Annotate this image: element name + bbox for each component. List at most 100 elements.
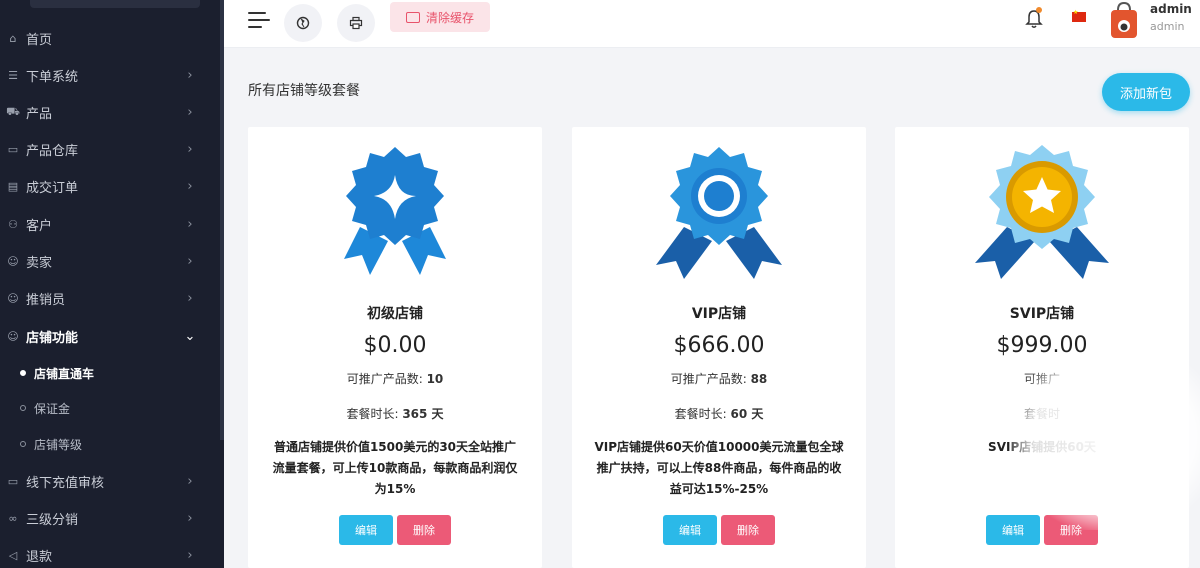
sidebar-subitem-store-express[interactable]: 店铺直通车 xyxy=(0,356,220,390)
user-name[interactable]: admin xyxy=(1150,2,1192,16)
notification-button[interactable] xyxy=(1024,7,1044,30)
menu-toggle-icon[interactable] xyxy=(248,10,270,30)
package-duration: 套餐时 xyxy=(895,405,1189,422)
package-name: VIP店铺 xyxy=(691,306,747,322)
chevron-right-icon: › xyxy=(187,290,193,306)
sidebar-item-label: 产品仓库 xyxy=(26,143,79,159)
sidebar-subitem-label: 保证金 xyxy=(34,401,71,416)
sidebar-item-distribution[interactable]: ∞ 三级分销 › xyxy=(0,500,220,536)
sidebar-item-label: 下单系统 xyxy=(26,69,79,85)
duration-value: 365 天 xyxy=(402,407,444,421)
package-card: SVIP店铺 $999.00 可推广 套餐时 SVIP店铺提供60天 编辑 删除 xyxy=(895,127,1189,568)
delete-button[interactable]: 删除 xyxy=(721,515,775,545)
link-icon: ∞ xyxy=(8,511,18,525)
top-bar: 清除缓存 admin admin xyxy=(224,0,1200,48)
package-card: VIP店铺 $666.00 可推广产品数: 88 套餐时长: 60 天 VIP店… xyxy=(572,127,866,568)
sidebar-item-label: 客户 xyxy=(26,218,53,234)
chevron-right-icon: › xyxy=(187,473,193,489)
delete-button[interactable]: 删除 xyxy=(1044,515,1098,545)
chevron-right-icon: › xyxy=(187,178,193,194)
clear-cache-label: 清除缓存 xyxy=(425,10,474,25)
diamond-ribbon-badge-icon xyxy=(344,147,446,275)
sidebar-item-orders[interactable]: ▤ 成交订单 › xyxy=(0,168,220,204)
add-package-button[interactable]: 添加新包 xyxy=(1102,73,1190,111)
edit-button[interactable]: 编辑 xyxy=(663,515,717,545)
chevron-right-icon: › xyxy=(187,216,193,232)
chevron-right-icon: › xyxy=(187,547,193,563)
sidebar-item-label: 线下充值审核 xyxy=(26,475,105,491)
sidebar-item-salesmen[interactable]: ☺ 推销员 › xyxy=(0,280,220,316)
user-icon: ☺ xyxy=(7,254,19,268)
ring-ribbon-badge-icon xyxy=(656,147,782,279)
bullet-icon xyxy=(20,405,26,411)
china-flag-icon[interactable] xyxy=(1072,9,1086,22)
list-icon: ☰ xyxy=(8,68,18,82)
package-description: SVIP店铺提供60天 xyxy=(988,440,1096,454)
sidebar-item-store-functions[interactable]: ☺ 店铺功能 ⌄ xyxy=(0,318,220,354)
print-button[interactable] xyxy=(337,4,375,42)
package-price: $666.00 xyxy=(673,333,765,358)
bullet-icon xyxy=(20,370,26,376)
chevron-right-icon: › xyxy=(187,510,193,526)
package-name: SVIP店铺 xyxy=(1009,306,1075,322)
home-icon: ⌂ xyxy=(9,31,17,45)
sidebar-subitem-label: 店铺直通车 xyxy=(34,366,95,381)
chevron-right-icon: › xyxy=(187,104,193,120)
avatar[interactable] xyxy=(1108,0,1140,40)
sidebar-subitem-store-level[interactable]: 店铺等级 xyxy=(0,427,220,461)
card-icon: ▭ xyxy=(7,474,19,488)
sidebar-subitem-label: 店铺等级 xyxy=(34,437,83,452)
user-icon: ☺ xyxy=(7,291,19,305)
sidebar-scrollbar[interactable] xyxy=(220,0,224,440)
sidebar-item-label: 成交订单 xyxy=(26,180,79,196)
promotable-products: 可推广产品数: 88 xyxy=(572,370,866,387)
sidebar-item-products[interactable]: ⛟ 产品 › xyxy=(0,94,220,130)
package-description: VIP店铺提供60天价值10000美元流量包全球推广扶持，可以上传88件商品，每… xyxy=(594,440,844,496)
sidebar-item-refunds[interactable]: ◁ 退款 › xyxy=(0,537,220,568)
sidebar-item-customers[interactable]: ⚇ 客户 › xyxy=(0,206,220,242)
user-icon: ☺ xyxy=(7,329,19,343)
sidebar-item-sellers[interactable]: ☺ 卖家 › xyxy=(0,243,220,279)
sidebar-item-warehouse[interactable]: ▭ 产品仓库 › xyxy=(0,131,220,167)
edit-button[interactable]: 编辑 xyxy=(986,515,1040,545)
sidebar-top-scroll-thumb[interactable] xyxy=(30,0,200,8)
sidebar-subitem-deposit[interactable]: 保证金 xyxy=(0,391,220,425)
sidebar-item-label: 推销员 xyxy=(26,292,66,308)
duration-label: 套餐时长: xyxy=(346,407,399,421)
sidebar-item-label: 产品 xyxy=(26,106,53,122)
inbox-icon xyxy=(405,11,420,23)
package-duration: 套餐时长: 60 天 xyxy=(572,405,866,422)
package-duration: 套餐时长: 365 天 xyxy=(248,405,542,422)
package-name: 初级店铺 xyxy=(367,306,423,322)
sidebar-item-label: 首页 xyxy=(26,32,53,48)
sidebar-item-label: 三级分销 xyxy=(26,512,79,528)
return-icon: ◁ xyxy=(8,548,18,562)
package-description: 普通店铺提供价值1500美元的30天全站推广流量套餐，可上传10款商品，每款商品… xyxy=(272,440,518,496)
chevron-right-icon: › xyxy=(187,67,193,83)
delete-button[interactable]: 删除 xyxy=(397,515,451,545)
cart-icon: ⛟ xyxy=(6,104,20,118)
chevron-right-icon: › xyxy=(187,253,193,269)
sidebar: ⌂ 首页 ☰ 下单系统 › ⛟ 产品 › ▭ 产品仓库 › ▤ 成交订单 › ⚇… xyxy=(0,0,224,568)
products-label: 可推广 xyxy=(1023,372,1060,386)
products-label: 可推广产品数: xyxy=(670,372,747,386)
package-price: $0.00 xyxy=(363,333,427,358)
chevron-right-icon: › xyxy=(187,141,193,157)
order-icon: ▤ xyxy=(7,179,19,193)
sidebar-item-home[interactable]: ⌂ 首页 xyxy=(0,20,220,56)
package-price: $999.00 xyxy=(996,333,1088,358)
edit-button[interactable]: 编辑 xyxy=(339,515,393,545)
globe-button[interactable] xyxy=(284,4,322,42)
sidebar-item-order-system[interactable]: ☰ 下单系统 › xyxy=(0,57,220,93)
notification-dot xyxy=(1036,7,1042,13)
sidebar-item-label: 退款 xyxy=(26,549,53,565)
sidebar-item-offline-recharge[interactable]: ▭ 线下充值审核 › xyxy=(0,463,220,499)
duration-label: 套餐时长: xyxy=(674,407,727,421)
products-value: 10 xyxy=(426,372,444,386)
clear-cache-button[interactable]: 清除缓存 xyxy=(390,2,490,32)
promotable-products: 可推广产品数: 10 xyxy=(248,370,542,387)
sidebar-item-label: 卖家 xyxy=(26,255,53,271)
chevron-down-icon: ⌄ xyxy=(184,328,196,344)
user-role: admin xyxy=(1150,20,1185,33)
products-value: 88 xyxy=(750,372,768,386)
